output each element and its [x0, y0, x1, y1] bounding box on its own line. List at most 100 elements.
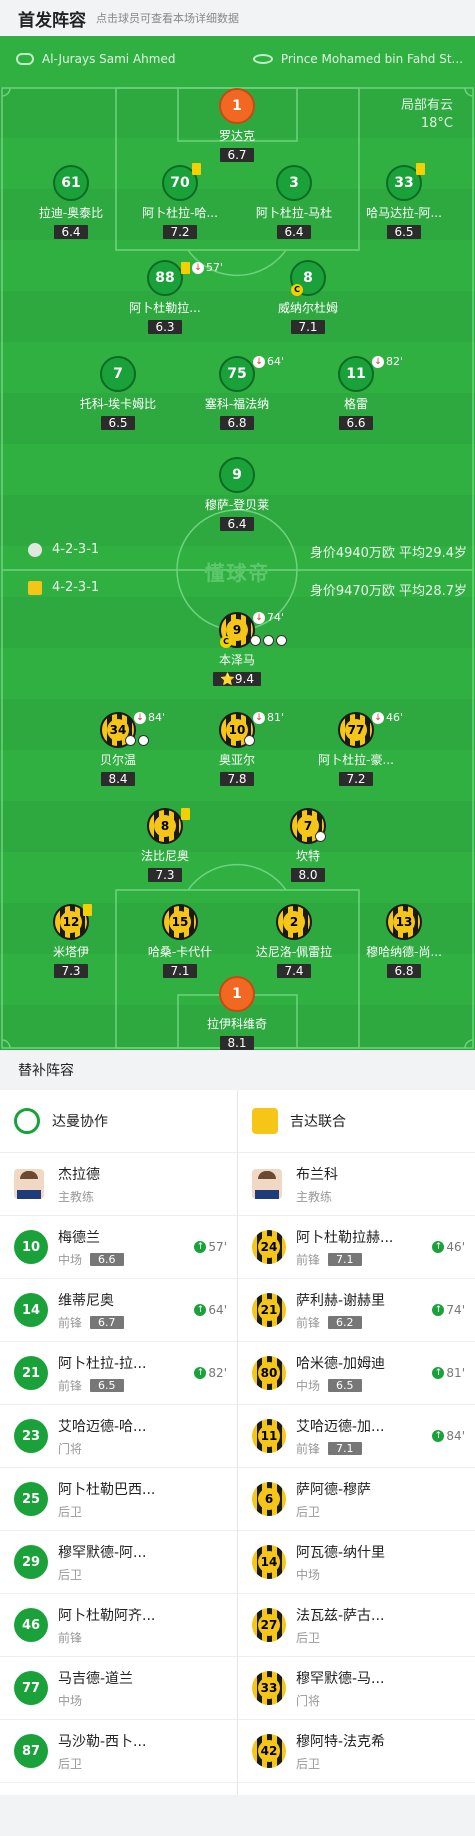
home-player[interactable]: 7 托科-埃卡姆比 6.5: [58, 356, 178, 431]
rating-badge: 7.1: [328, 1441, 362, 1455]
sub-player-row[interactable]: 21 萨利赫-谢赫里 前锋 6.2 ↑ 74': [238, 1279, 475, 1342]
away-team-logo-icon: [252, 1108, 278, 1134]
sub-in-icon: ↑ 64': [194, 1303, 227, 1317]
sub-player-name: 哈米德-加姆迪: [296, 1355, 386, 1372]
sub-player-row[interactable]: 46 阿卜杜勒阿齐... 前锋: [0, 1594, 237, 1657]
sub-player-name: 萨利赫-谢赫里: [296, 1292, 386, 1309]
away-player[interactable]: 34 ↓ 84' 贝尔温 8.4: [58, 711, 178, 787]
sub-player-name: 阿卜杜勒巴西...: [58, 1481, 156, 1498]
sub-player-row[interactable]: 87 马沙勒-西卜... 后卫: [0, 1720, 237, 1783]
jersey-icon: 21: [252, 1293, 286, 1327]
jersey-icon: 29: [14, 1545, 48, 1579]
jersey-icon: 7: [100, 356, 136, 392]
jersey-icon: 1: [219, 976, 255, 1012]
away-player[interactable]: 12 米塔伊 7.3: [11, 904, 131, 979]
away-player[interactable]: 77 ↓ 46' 阿卜杜拉-豪... 7.2: [296, 711, 416, 787]
page-subtitle: 点击球员可查看本场详细数据: [96, 12, 239, 25]
home-player[interactable]: 75 ↓ 64' 塞科-福法纳 6.8: [177, 355, 297, 431]
home-player[interactable]: 1 罗达克 6.7: [177, 88, 297, 163]
away-team-label[interactable]: Prince Mohamed bin Fahd St...: [252, 50, 463, 68]
jersey-icon: 15: [162, 904, 198, 940]
sub-player-name: 艾哈迈德-加...: [296, 1418, 385, 1435]
jersey-icon: 33: [252, 1671, 286, 1705]
weather-condition: 局部有云: [400, 98, 453, 113]
sub-player-name: 穆罕默德-马...: [296, 1670, 385, 1687]
sub-player-row[interactable]: 27 法瓦兹-萨古... 后卫: [238, 1594, 475, 1657]
pitch: Al-Jurays Sami Ahmed Prince Mohamed bin …: [0, 36, 475, 1050]
subs-title: 替补阵容: [0, 1050, 475, 1090]
home-team-row[interactable]: 达曼协作: [0, 1090, 237, 1153]
rating-badge: 7.3: [54, 964, 88, 978]
coach-avatar: [14, 1169, 44, 1199]
sub-player-position: 后卫: [58, 1567, 83, 1582]
sub-player-position: 前锋: [58, 1630, 83, 1645]
sub-in-icon: ↑ 74': [432, 1303, 465, 1317]
home-formation: 4-2-3-1: [28, 542, 99, 557]
away-player[interactable]: 9 ↓ 74' C 本泽马 ⭐9.4: [177, 611, 297, 687]
sub-player-row[interactable]: 80 哈米德-加姆迪 中场 6.5 ↑ 81': [238, 1342, 475, 1405]
away-player[interactable]: 10 ↓ 81' 奥亚尔 7.8: [177, 711, 297, 787]
rating-badge: 6.6: [90, 1252, 124, 1266]
home-player[interactable]: 9 穆萨-登贝莱 6.4: [177, 457, 297, 532]
away-coach-row[interactable]: 布兰科 主教练: [238, 1153, 475, 1216]
sub-player-row[interactable]: 23 艾哈迈德-哈... 门将: [0, 1405, 237, 1468]
rating-badge: 6.6: [339, 416, 373, 430]
sub-player-row[interactable]: 6 萨阿德-穆萨 后卫: [238, 1468, 475, 1531]
sub-player-name: 阿卜杜拉-拉...: [58, 1355, 147, 1372]
away-player[interactable]: 15 哈桑-卡代什 7.1: [120, 904, 240, 979]
away-team-row[interactable]: 吉达联合: [238, 1090, 475, 1153]
sub-player-row[interactable]: 21 阿卜杜拉-拉... 前锋 6.5 ↑ 82': [0, 1342, 237, 1405]
away-player[interactable]: 2 达尼洛-佩雷拉 7.4: [234, 904, 354, 979]
home-player[interactable]: 11 ↓ 82' 格雷 6.6: [296, 355, 416, 431]
home-team-label[interactable]: Al-Jurays Sami Ahmed: [16, 50, 175, 68]
sub-player-row[interactable]: 77 马吉德-道兰 中场: [0, 1657, 237, 1720]
sub-player-row[interactable]: 14 维蒂尼奥 前锋 6.7 ↑ 64': [0, 1279, 237, 1342]
sub-player-row[interactable]: 24 阿卜杜勒拉赫... 前锋 7.1 ↑ 46': [238, 1216, 475, 1279]
rating-badge: 6.4: [54, 225, 88, 239]
sub-off-icon: ↓ 74': [253, 611, 284, 624]
jersey-icon: 23: [14, 1419, 48, 1453]
home-player[interactable]: 70 阿卜杜拉-哈... 7.2: [120, 163, 240, 240]
sub-off-icon: ↓ 84': [134, 711, 165, 724]
yellow-card-icon: [192, 163, 201, 175]
rating-badge: 6.3: [148, 320, 182, 334]
sub-player-position: 前锋: [296, 1315, 321, 1330]
goal-ball-icon: [125, 735, 136, 746]
jersey-icon: 61: [53, 165, 89, 201]
home-player[interactable]: 3 阿卜杜拉-马杜 6.4: [234, 165, 354, 240]
captain-icon: C: [291, 284, 303, 296]
sub-player-row[interactable]: 42 穆阿特-法克希 后卫: [238, 1720, 475, 1783]
sub-player-name: 维蒂尼奥: [58, 1292, 114, 1309]
home-player[interactable]: 88 ↓ 57' 阿卜杜勒拉... 6.3: [105, 260, 225, 335]
sub-player-row[interactable]: 25 阿卜杜勒巴西... 后卫: [0, 1468, 237, 1531]
jersey-icon: 6: [252, 1482, 286, 1516]
rating-badge: 7.2: [339, 772, 373, 786]
away-player[interactable]: 8 法比尼奥 7.3: [105, 808, 225, 883]
sub-player-position: 前锋: [58, 1378, 83, 1393]
sub-player-row[interactable]: 29 穆罕默德-阿... 后卫: [0, 1531, 237, 1594]
sub-player-position: 后卫: [296, 1630, 321, 1645]
home-player[interactable]: 33 哈马达拉-阿... 6.5: [344, 163, 464, 240]
away-player[interactable]: 13 穆哈纳德-尚... 6.8: [344, 904, 464, 979]
lineup-header: 首发阵容 点击球员可查看本场详细数据: [0, 0, 475, 36]
sub-player-row[interactable]: 10 梅德兰 中场 6.6 ↑ 57': [0, 1216, 237, 1279]
jersey-icon: 75: [219, 356, 255, 392]
home-player[interactable]: 61 拉迪-奥泰比 6.4: [11, 165, 131, 240]
sub-player-name: 马吉德-道兰: [58, 1670, 134, 1687]
sub-player-position: 中场: [296, 1378, 321, 1393]
away-player[interactable]: 1 拉伊科维奇 8.1: [177, 976, 297, 1050]
sub-player-row[interactable]: 11 艾哈迈德-加... 前锋 7.1 ↑ 84': [238, 1405, 475, 1468]
rating-badge: 7.1: [291, 320, 325, 334]
sub-player-name: 阿瓦德-纳什里: [296, 1544, 386, 1561]
away-player[interactable]: 7 坎特 8.0: [248, 808, 368, 883]
home-value: 身价4940万欧 平均29.4岁: [309, 546, 467, 561]
home-coach-row[interactable]: 杰拉德 主教练: [0, 1153, 237, 1216]
rating-badge: 6.5: [387, 225, 421, 239]
away-badge-icon: [28, 580, 42, 595]
sub-off-icon: ↓ 82': [372, 355, 403, 368]
sub-player-position: 后卫: [296, 1756, 321, 1771]
sub-player-row[interactable]: 33 穆罕默德-马... 门将: [238, 1657, 475, 1720]
home-player[interactable]: 8 C 威纳尔杜姆 7.1: [248, 260, 368, 335]
rating-badge: 8.4: [101, 772, 135, 786]
sub-player-row[interactable]: 14 阿瓦德-纳什里 中场: [238, 1531, 475, 1594]
